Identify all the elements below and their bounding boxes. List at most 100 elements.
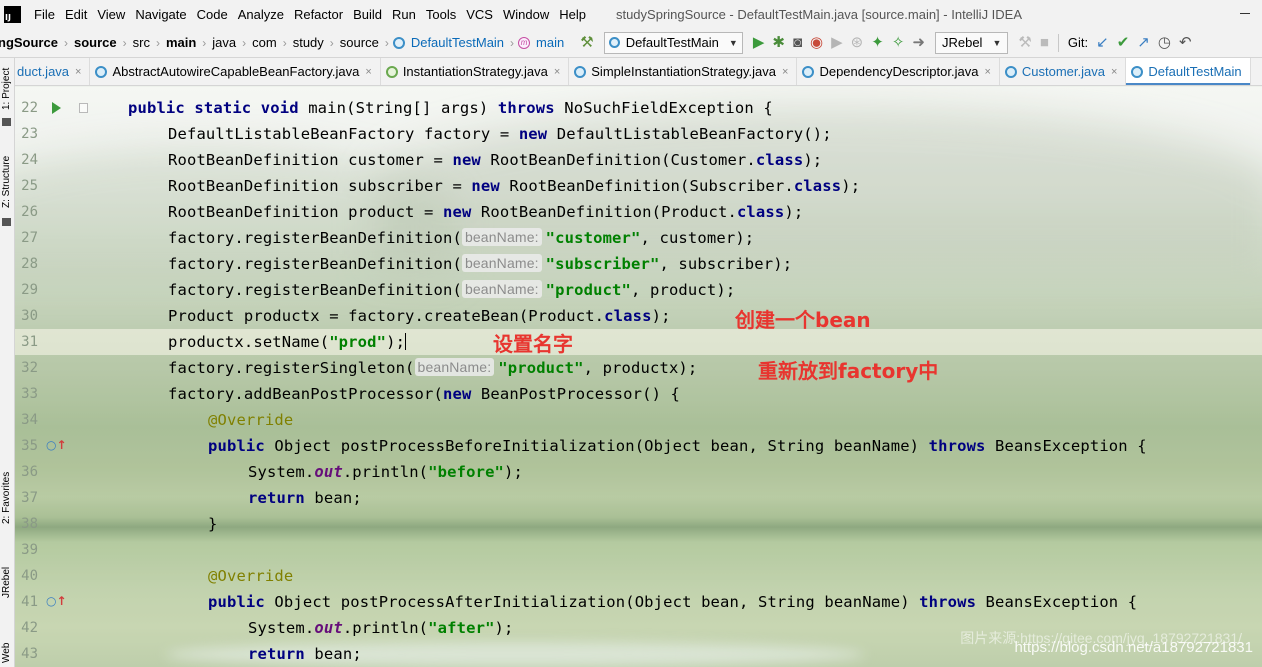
git-rollback-icon[interactable]: ↶ <box>1179 35 1192 50</box>
git-history-icon[interactable]: ◷ <box>1158 35 1171 50</box>
tab-default-test-main[interactable]: DefaultTestMain <box>1126 58 1251 85</box>
code-line: 26 RootBeanDefinition product = new Root… <box>15 199 1262 225</box>
tab-dependency-descriptor[interactable]: DependencyDescriptor.java × <box>797 58 1000 85</box>
run-icon[interactable]: ▶ <box>753 35 765 50</box>
annotation-create-bean: 创建一个bean <box>735 308 871 332</box>
coverage-icon[interactable]: ◙ <box>793 35 802 50</box>
jrebel-select[interactable]: JRebel ▼ <box>934 31 1009 54</box>
code-line: 40 @Override <box>15 563 1262 589</box>
breadcrumb-class[interactable]: DefaultTestMain <box>409 35 506 50</box>
breadcrumb-java[interactable]: java <box>210 35 238 50</box>
build-disabled-icon[interactable]: ⚒ <box>1018 35 1031 50</box>
class-icon <box>802 65 815 78</box>
tab-label: AbstractAutowireCapableBeanFactory.java <box>112 64 360 79</box>
line-number: 40 <box>21 568 38 584</box>
annotation-set-name: 设置名字 <box>493 332 573 356</box>
code-line: 36 System.out.println("before"); <box>15 459 1262 485</box>
code-text: factory.addBeanPostProcessor(new BeanPos… <box>168 385 681 403</box>
code-line: 38 } <box>15 511 1262 537</box>
tab-product-java[interactable]: duct.java × <box>15 58 91 85</box>
breadcrumb-src[interactable]: src <box>131 35 152 50</box>
menu-edit[interactable]: Edit <box>60 7 92 22</box>
breadcrumb-source[interactable]: source <box>338 35 381 50</box>
parameter-hint: beanName: <box>461 280 542 298</box>
breadcrumb-com[interactable]: com <box>250 35 279 50</box>
code-text: return bean; <box>248 489 362 507</box>
line-number: 34 <box>21 412 38 428</box>
chevron-right-icon: › <box>384 35 389 50</box>
stop-icon[interactable]: ■ <box>1040 35 1049 50</box>
code-editor[interactable]: 22 public static void main(String[] args… <box>15 87 1262 667</box>
tab-abstract-autowire[interactable]: AbstractAutowireCapableBeanFactory.java … <box>90 58 381 85</box>
minimize-icon[interactable] <box>1240 13 1250 14</box>
tab-label: Customer.java <box>1021 64 1105 79</box>
breadcrumb-study[interactable]: study <box>291 35 326 50</box>
line-number: 25 <box>21 178 38 194</box>
menu-navigate[interactable]: Navigate <box>130 7 191 22</box>
git-update-icon[interactable]: ↙ <box>1096 35 1109 50</box>
tab-label: DependencyDescriptor.java <box>819 64 979 79</box>
jrebel-arrow-icon[interactable]: ➜ <box>912 35 925 50</box>
structure-icon <box>2 218 11 226</box>
parameter-hint: beanName: <box>461 228 542 246</box>
menu-view[interactable]: View <box>92 7 130 22</box>
breadcrumb-method[interactable]: main <box>534 35 566 50</box>
close-icon[interactable]: × <box>75 66 81 78</box>
profile-icon[interactable]: ◉ <box>810 35 823 50</box>
git-push-icon[interactable]: ↗ <box>1137 35 1150 50</box>
tab-customer[interactable]: Customer.java × <box>1000 58 1127 85</box>
git-commit-icon[interactable]: ✔ <box>1117 35 1130 50</box>
code-text: factory.registerBeanDefinition(beanName:… <box>168 228 755 247</box>
code-text: @Override <box>208 411 294 429</box>
breadcrumb-module[interactable]: source <box>72 35 119 50</box>
menu-window[interactable]: Window <box>498 7 554 22</box>
code-line: 32 factory.registerSingleton(beanName: "p… <box>15 355 1262 381</box>
code-text: RootBeanDefinition subscriber = new Root… <box>168 177 861 195</box>
code-line: 37 return bean; <box>15 485 1262 511</box>
breadcrumb-main[interactable]: main <box>164 35 198 50</box>
hammer-build-icon[interactable]: ⚒ <box>580 35 593 50</box>
debug-icon[interactable]: ✱ <box>772 35 785 50</box>
chevron-right-icon: › <box>282 35 287 50</box>
git-label: Git: <box>1067 35 1089 50</box>
code-line: 22 public static void main(String[] args… <box>15 95 1262 121</box>
line-number: 28 <box>21 256 38 272</box>
attach-icon[interactable]: ⊛ <box>851 35 864 50</box>
code-text: factory.registerBeanDefinition(beanName:… <box>168 280 736 299</box>
code-text: factory.registerSingleton(beanName: "prod… <box>168 358 698 377</box>
close-icon[interactable]: × <box>365 66 371 78</box>
fold-icon[interactable] <box>79 103 88 113</box>
close-icon[interactable]: × <box>554 66 560 78</box>
menu-run[interactable]: Run <box>387 7 421 22</box>
run-config-select[interactable]: DefaultTestMain ▼ <box>603 31 743 54</box>
menu-tools[interactable]: Tools <box>421 7 461 22</box>
jrebel-select-label: JRebel <box>941 35 983 50</box>
intellij-logo-icon: IJ <box>4 5 21 23</box>
stop-disabled-icon[interactable]: ▶ <box>831 35 843 50</box>
implements-method-icon[interactable]: ○↑ <box>46 439 67 451</box>
class-icon <box>392 36 405 49</box>
menu-build[interactable]: Build <box>348 7 387 22</box>
code-line: 25 RootBeanDefinition subscriber = new R… <box>15 173 1262 199</box>
tab-simple-instantiation[interactable]: SimpleInstantiationStrategy.java × <box>569 58 798 85</box>
menu-analyze[interactable]: Analyze <box>233 7 289 22</box>
close-icon[interactable]: × <box>1111 66 1117 78</box>
code-line: 30 Product productx = factory.createBean… <box>15 303 1262 329</box>
implements-method-icon[interactable]: ○↑ <box>46 595 67 607</box>
menu-refactor[interactable]: Refactor <box>289 7 348 22</box>
breadcrumb-project[interactable]: ngSource <box>0 35 60 50</box>
menu-code[interactable]: Code <box>192 7 233 22</box>
parameter-hint: beanName: <box>414 358 495 376</box>
tab-instantiation-strategy[interactable]: InstantiationStrategy.java × <box>381 58 570 85</box>
close-icon[interactable]: × <box>984 66 990 78</box>
run-gutter-icon[interactable] <box>52 102 61 114</box>
jrebel-run-icon[interactable]: ✦ <box>871 35 884 50</box>
code-line: 34 @Override <box>15 407 1262 433</box>
jrebel-debug-icon[interactable]: ✧ <box>892 35 905 50</box>
line-number: 42 <box>21 620 38 636</box>
menu-vcs[interactable]: VCS <box>461 7 498 22</box>
menu-help[interactable]: Help <box>554 7 591 22</box>
code-line: 35 ○↑ public Object postProcessBeforeIni… <box>15 433 1262 459</box>
close-icon[interactable]: × <box>782 66 788 78</box>
menu-file[interactable]: File <box>29 7 60 22</box>
